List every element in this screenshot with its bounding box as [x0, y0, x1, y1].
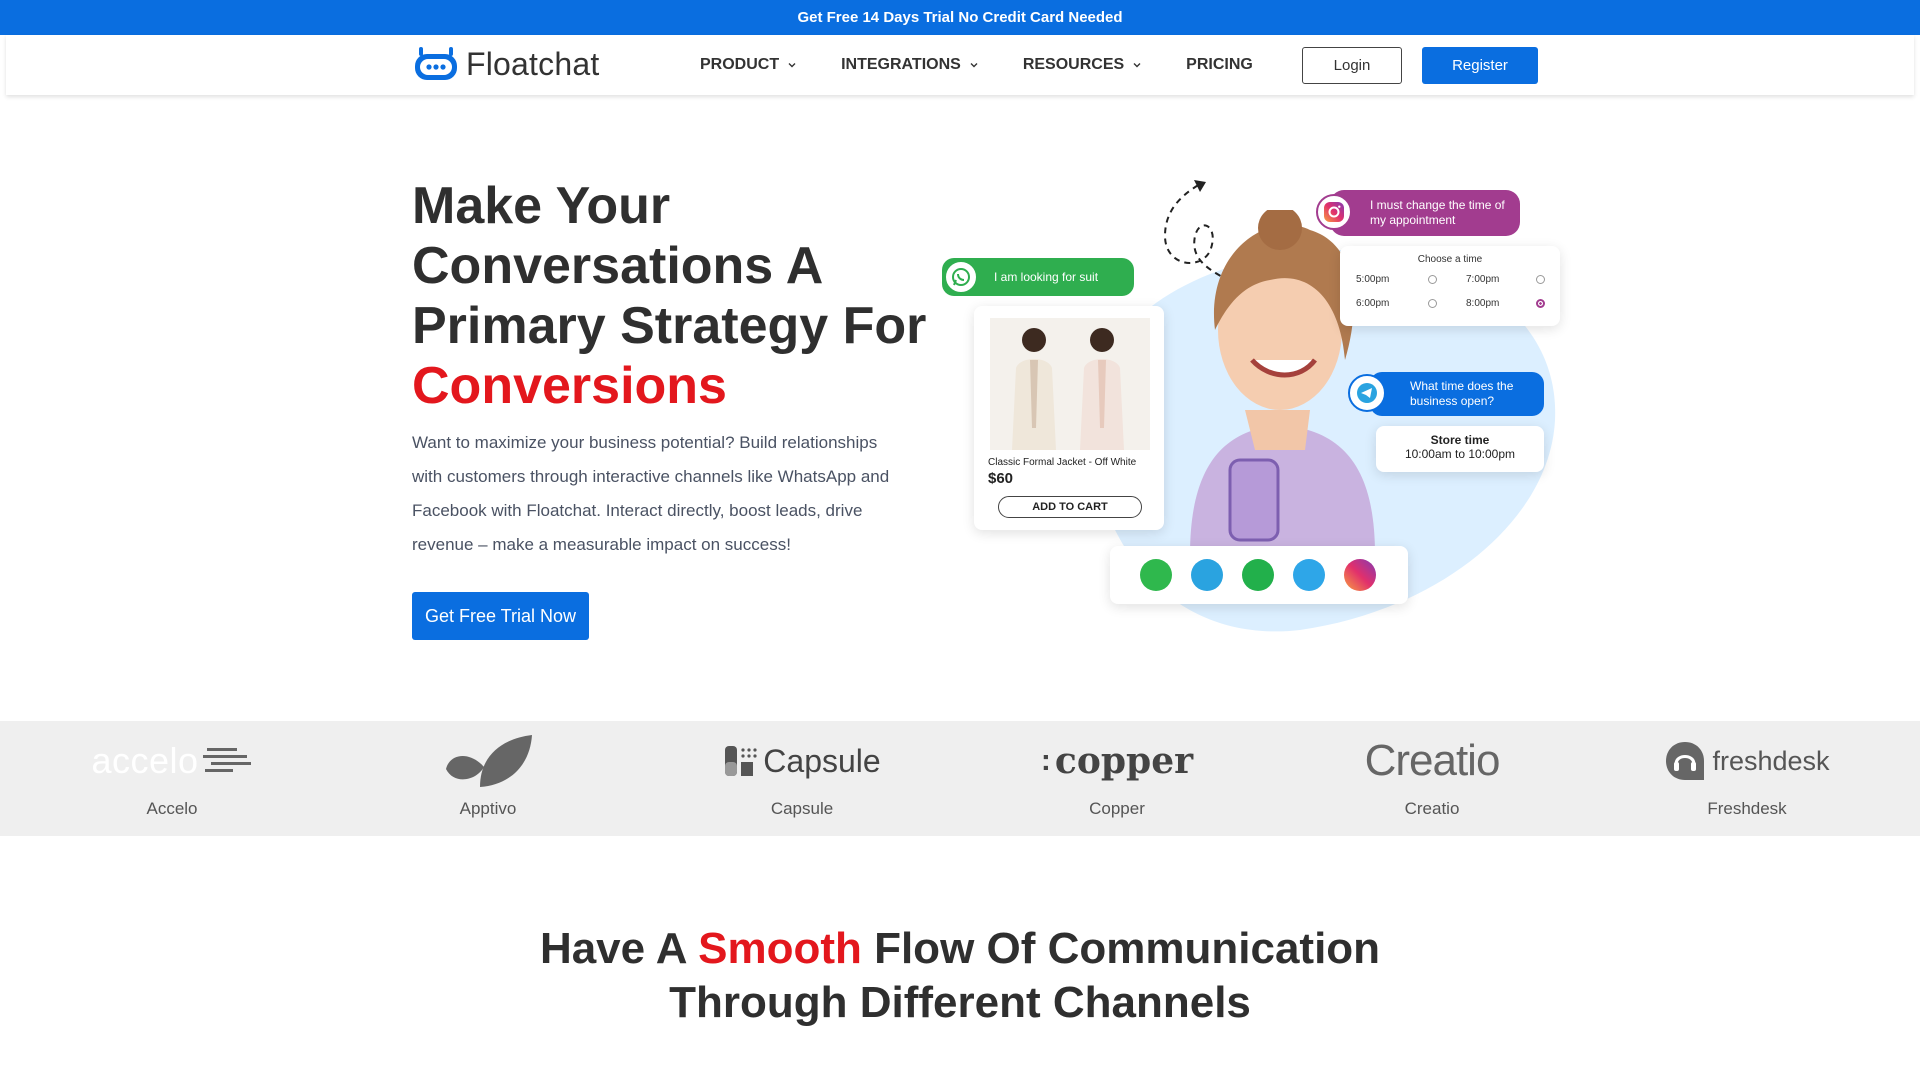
hero-title-line: Make Your — [412, 177, 671, 235]
chevron-down-icon — [970, 63, 978, 68]
store-time-value: 10:00am to 10:00pm — [1404, 447, 1516, 461]
add-to-cart-button[interactable]: ADD TO CART — [998, 496, 1142, 518]
freshdesk-logo-text: freshdesk — [1712, 745, 1830, 776]
brand-name: Freshdesk — [1707, 799, 1787, 818]
nav-label: RESOURCES — [1022, 56, 1125, 73]
accelo-logo: accelo — [62, 733, 282, 789]
twitter-icon[interactable] — [1293, 559, 1325, 591]
brand-creatio[interactable]: Creatio Creatio — [1322, 721, 1542, 836]
announcement-text: Get Free 14 Days Trial No Credit Card Ne… — [797, 9, 1123, 26]
store-time-card: Store time 10:00am to 10:00pm — [1376, 426, 1544, 472]
time-option[interactable]: 8:00pm — [1466, 298, 1499, 309]
choose-time-card: Choose a time 5:00pm 7:00pm 6:00pm 8:00p… — [1340, 246, 1560, 326]
hero-title-line: Conversations A — [412, 237, 824, 295]
section-title-part: Flow Of Communication — [861, 924, 1381, 973]
time-option[interactable]: 6:00pm — [1356, 298, 1389, 309]
copper-logo: : copper — [1007, 733, 1227, 789]
hero-title-accent: Conversions — [412, 357, 727, 415]
brand-name: Creatio — [1404, 799, 1460, 818]
channels-bar — [1110, 546, 1408, 604]
creatio-logo-text: Creatio — [1364, 736, 1501, 785]
section-title-accent: Smooth — [698, 924, 862, 973]
radio-selected-icon[interactable] — [1536, 299, 1545, 308]
site-header: Floatchat PRODUCT INTEGRATIONS RESOURCES… — [6, 35, 1914, 95]
accelo-lines-icon — [202, 748, 251, 772]
nav-item-integrations[interactable]: INTEGRATIONS — [841, 56, 979, 74]
instagram-message-text: I must change the time of my appointment — [1370, 198, 1505, 227]
hero-title: Make Your Conversations A Primary Strate… — [412, 176, 932, 416]
login-button[interactable]: Login — [1302, 47, 1402, 84]
nav-label: PRODUCT — [700, 56, 780, 73]
brand-copper[interactable]: : copper Copper — [1007, 721, 1227, 836]
time-option[interactable]: 5:00pm — [1356, 274, 1389, 285]
brand-accelo[interactable]: accelo Accelo — [62, 721, 282, 836]
chevron-down-icon — [1133, 63, 1141, 68]
hero-title-line: Primary Strategy For — [412, 297, 927, 355]
nav-item-resources[interactable]: RESOURCES — [1023, 56, 1142, 74]
chevron-down-icon — [788, 63, 796, 68]
wechat-icon[interactable] — [1242, 559, 1274, 591]
product-image — [990, 318, 1150, 450]
headset-icon — [1666, 742, 1705, 780]
whatsapp-message-text: I am looking for suit — [994, 269, 1099, 284]
copper-logo-text: copper — [1054, 740, 1194, 782]
nav-item-pricing[interactable]: PRICING — [1186, 56, 1253, 74]
product-price: $60 — [988, 470, 1014, 487]
brand-capsule[interactable]: Capsule Capsule — [692, 721, 912, 836]
main-nav: PRODUCT INTEGRATIONS RESOURCES PRICING — [700, 35, 1297, 95]
brand-name: Copper — [1089, 799, 1145, 818]
whatsapp-icon — [944, 260, 978, 294]
radio-icon[interactable] — [1428, 275, 1437, 284]
leaf-icon — [446, 735, 532, 787]
brand-name: Accelo — [146, 799, 198, 818]
brand-name: Apptivo — [459, 799, 517, 818]
instagram-icon[interactable] — [1344, 559, 1376, 591]
telegram-icon — [1348, 374, 1386, 412]
integration-logos-strip: accelo Accelo Apptivo Capsule Capsule: … — [0, 721, 1920, 836]
get-free-trial-button[interactable]: Get Free Trial Now — [412, 592, 589, 640]
time-option[interactable]: 7:00pm — [1466, 274, 1499, 285]
logo-text: Floatchat — [466, 45, 600, 82]
hero-description: Want to maximize your business potential… — [412, 433, 890, 554]
announcement-bar: Get Free 14 Days Trial No Credit Card Ne… — [0, 0, 1920, 35]
capsule-logo: Capsule — [692, 733, 912, 789]
apptivo-logo — [378, 733, 598, 789]
radio-icon[interactable] — [1428, 299, 1437, 308]
capsule-logo-text: Capsule — [763, 742, 881, 779]
radio-icon[interactable] — [1536, 275, 1545, 284]
creatio-logo: Creatio — [1322, 733, 1542, 789]
robot-logo-icon — [415, 47, 457, 80]
register-button[interactable]: Register — [1422, 47, 1538, 84]
freshdesk-logo: freshdesk — [1637, 733, 1857, 789]
accelo-logo-text: accelo — [91, 740, 199, 781]
nav-label: INTEGRATIONS — [841, 56, 961, 73]
brand-apptivo[interactable]: Apptivo — [378, 721, 598, 836]
instagram-icon — [1316, 194, 1352, 230]
brand-freshdesk[interactable]: freshdesk Freshdesk — [1637, 721, 1857, 836]
nav-label: PRICING — [1186, 56, 1253, 73]
instagram-message-bubble: I must change the time of my appointment — [1330, 190, 1520, 236]
floatchat-logo[interactable]: Floatchat — [412, 45, 599, 83]
choose-time-title: Choose a time — [1417, 254, 1483, 265]
copper-dots-icon: : — [1040, 744, 1051, 777]
capsule-icon — [725, 746, 757, 776]
section-title: Have A Smooth Flow Of Communication Thro… — [460, 922, 1460, 1030]
telegram-icon[interactable] — [1191, 559, 1223, 591]
section-title-line2: Through Different Channels — [669, 978, 1251, 1027]
telegram-message-text: What time does the business open? — [1410, 379, 1514, 408]
telegram-message-bubble: What time does the business open? — [1370, 372, 1544, 416]
store-time-title: Store time — [1430, 433, 1490, 447]
product-name: Classic Formal Jacket - Off White — [988, 457, 1137, 468]
product-card: Classic Formal Jacket - Off White $60 AD… — [974, 306, 1164, 530]
whatsapp-icon[interactable] — [1140, 559, 1172, 591]
section-title-part: Have A — [539, 924, 699, 973]
nav-item-product[interactable]: PRODUCT — [700, 56, 797, 74]
brand-name: Capsule — [770, 799, 834, 818]
hero-illustration: I must change the time of my appointment… — [930, 170, 1570, 640]
